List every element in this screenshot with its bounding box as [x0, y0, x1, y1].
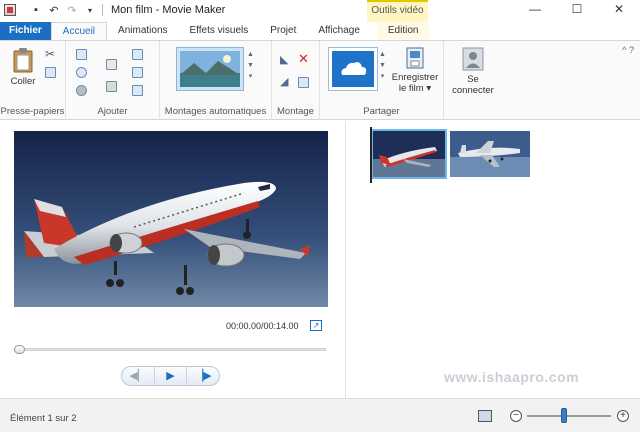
minimize-button[interactable]: — [514, 0, 556, 20]
next-frame-icon[interactable]: ▕▶ [186, 367, 219, 385]
automovie-theme-thumbnail[interactable] [176, 47, 244, 91]
watermark-text: www.ishaapro.com [444, 369, 580, 385]
landscape-theme-icon [180, 51, 240, 87]
save-movie-button[interactable]: Enregistrer le film ▾ [390, 47, 440, 94]
tab-accueil[interactable]: Accueil [50, 22, 108, 40]
window-title: Mon film - Movie Maker [111, 4, 226, 16]
sign-in-button[interactable]: Se connecter [448, 47, 498, 96]
paste-label: Coller [10, 76, 36, 87]
group-clipboard: Coller ✂ Presse-papiers [0, 41, 66, 120]
zoom-out-icon[interactable]: − [510, 410, 522, 422]
playback-timecode: 00:00.00/00:14.00 [226, 321, 299, 331]
caption-icon[interactable] [132, 67, 143, 78]
group-signin: Se connecter [444, 41, 502, 120]
ribbon-help-chevrons[interactable]: ^ ? [622, 45, 634, 55]
storyboard-clip[interactable] [371, 129, 447, 179]
thumbnail-size-icon[interactable] [478, 410, 492, 422]
customize-toolbar-icon[interactable]: ▾ [84, 6, 96, 15]
item-count-status: Élément 1 sur 2 [10, 413, 77, 424]
video-preview[interactable] [14, 131, 328, 307]
save-movie-label-2: le film ▾ [398, 83, 432, 94]
tab-animations[interactable]: Animations [107, 22, 178, 40]
close-button[interactable]: ✕ [598, 0, 640, 20]
undo-icon[interactable]: ↶ [48, 4, 60, 17]
group-label-share: Partager [363, 106, 400, 117]
sign-in-label: Se [467, 74, 479, 85]
webcam-video-icon[interactable] [76, 85, 87, 96]
onedrive-cloud-icon [332, 51, 374, 87]
storyboard-playhead[interactable] [370, 127, 372, 183]
tab-affichage[interactable]: Affichage [307, 22, 371, 40]
paste-button[interactable]: Coller [6, 47, 40, 87]
remove-icon[interactable]: ✕ [298, 52, 309, 65]
maximize-button[interactable]: ☐ [556, 0, 598, 20]
tab-edition[interactable]: Edition [376, 22, 430, 40]
playback-controls: ◀▏ ▶ ▕▶ [121, 366, 220, 386]
clipboard-icon [13, 48, 33, 73]
airplane-video-frame [14, 131, 328, 307]
title-bar: ▪ ↶ ↷ ▾ Mon film - Movie Maker Outils vi… [0, 0, 640, 22]
context-tab-group-label: Outils vidéo [367, 0, 428, 22]
add-videos-photos-icon[interactable] [76, 49, 87, 60]
group-editing: ◣ ✕ ◢ Montage [272, 41, 320, 120]
save-movie-icon [406, 47, 424, 69]
rotate-right-icon[interactable]: ◢ [280, 77, 291, 88]
sign-in-label-2: connecter [452, 85, 494, 96]
user-avatar-icon [462, 47, 484, 71]
quick-access-toolbar: ▪ ↶ ↷ ▾ [30, 4, 103, 17]
seek-handle[interactable] [14, 345, 25, 354]
rotate-left-icon[interactable]: ◣ [280, 55, 291, 66]
onedrive-share-button[interactable] [328, 47, 378, 91]
ribbon-tabs: Fichier Accueil Animations Effets visuel… [0, 22, 640, 41]
redo-icon[interactable]: ↷ [66, 4, 78, 17]
save-movie-label: Enregistrer [391, 72, 439, 83]
ribbon: Coller ✂ Presse-papiers Ajouter ▲ ▼ ▾ Mont… [0, 41, 640, 120]
tab-fichier[interactable]: Fichier [0, 22, 51, 40]
status-bar: Élément 1 sur 2 − + [0, 398, 640, 432]
movie-maker-app-icon[interactable] [4, 4, 16, 16]
group-label-automovie: Montages automatiques [164, 106, 267, 117]
record-narration-icon[interactable] [106, 59, 117, 70]
zoom-slider-track[interactable] [527, 415, 611, 417]
preview-pane: 00:00.00/00:14.00 ↗ ◀▏ ▶ ▕▶ [0, 121, 344, 398]
select-all-icon[interactable] [298, 77, 309, 88]
play-icon[interactable]: ▶ [153, 367, 187, 385]
zoom-slider-handle[interactable] [561, 408, 567, 423]
storyboard-clip[interactable] [450, 131, 530, 177]
airplane-clip-thumbnail [373, 131, 445, 177]
copy-icon[interactable] [45, 67, 56, 78]
previous-frame-icon[interactable]: ◀▏ [122, 367, 154, 385]
popout-preview-icon[interactable]: ↗ [310, 320, 322, 331]
toolbar-divider [102, 4, 103, 16]
add-music-icon[interactable] [76, 67, 87, 78]
airplane-clip-thumbnail [450, 131, 530, 177]
group-label-clipboard: Presse-papiers [0, 106, 65, 117]
storyboard-pane[interactable]: www.ishaapro.com [346, 121, 640, 398]
theme-gallery-scroll[interactable]: ▲ ▼ ▾ [246, 49, 255, 82]
group-label-add: Ajouter [97, 106, 128, 117]
tab-effets-visuels[interactable]: Effets visuels [179, 22, 260, 40]
seek-bar[interactable] [14, 348, 326, 351]
share-gallery-scroll[interactable]: ▲ ▼ ▾ [378, 49, 387, 82]
credits-icon[interactable] [132, 85, 143, 96]
save-icon[interactable]: ▪ [30, 4, 42, 16]
group-automovie: ▲ ▼ ▾ Montages automatiques [160, 41, 272, 120]
cut-icon[interactable]: ✂ [45, 48, 56, 60]
group-label-editing: Montage [277, 106, 314, 117]
group-share: ▲ ▼ ▾ Enregistrer le film ▾ Partager [320, 41, 444, 120]
title-icon[interactable] [132, 49, 143, 60]
zoom-in-icon[interactable]: + [617, 410, 629, 422]
snapshot-icon[interactable] [106, 81, 117, 92]
tab-projet[interactable]: Projet [259, 22, 307, 40]
group-add: Ajouter [66, 41, 160, 120]
